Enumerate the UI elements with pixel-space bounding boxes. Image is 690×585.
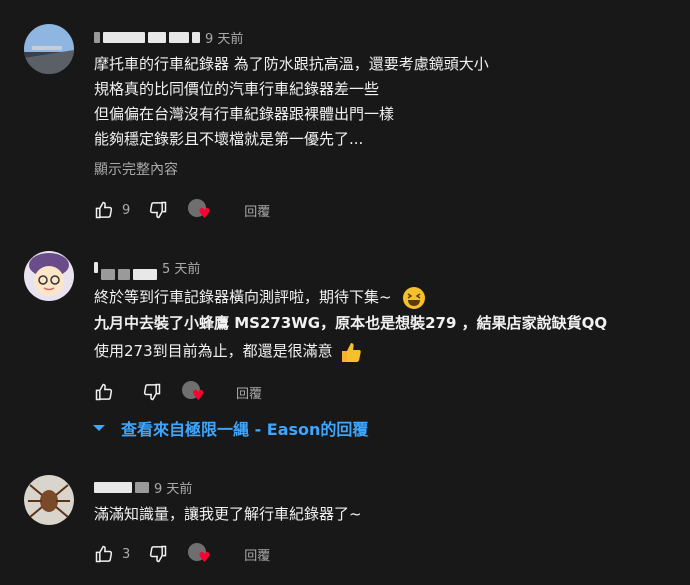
show-more-button[interactable]: 顯示完整內容 — [94, 159, 178, 179]
comment-text-line: 摩托車的行車紀錄器 為了防水跟抗高溫，還要考慮鏡頭大小 — [94, 55, 489, 73]
comment-text: 使用273到目前為止，都還是很滿意 — [94, 342, 333, 360]
thumbs-up-icon[interactable] — [94, 382, 114, 402]
thumbs-down-icon[interactable] — [142, 382, 162, 402]
reply-button[interactable]: 回覆 — [244, 545, 270, 564]
comment-actions: ♥ 回覆 — [94, 381, 262, 403]
comment-actions: 9 ♥ 回覆 — [94, 199, 270, 221]
comment-text-line: 規格真的比同價位的汽車行車紀錄器差一些 — [94, 80, 380, 98]
comment-meta: 9 天前 — [94, 28, 243, 47]
view-replies-label: 查看來自極限一縄 - Eason的回覆 — [121, 420, 369, 439]
creator-heart-icon: ♥ — [188, 199, 211, 221]
comment-text-line: 能夠穩定錄影且不壞檔就是第一優先了... — [94, 130, 364, 148]
thumbs-up-emoji-icon — [342, 342, 362, 362]
creator-heart-icon: ♥ — [182, 381, 205, 403]
comment-text-line: 九月中去裝了小蜂鷹 MS273WG，原本也是想裝279 ，結果店家說缺貨QQ — [94, 314, 608, 332]
thumbs-down-icon[interactable] — [148, 544, 168, 564]
comment-text-line: 使用273到目前為止，都還是很滿意 — [94, 338, 363, 364]
comment-timestamp[interactable]: 9 天前 — [205, 28, 243, 47]
reply-button[interactable]: 回覆 — [236, 383, 262, 402]
chevron-down-icon — [93, 425, 105, 431]
creator-heart-icon: ♥ — [188, 543, 211, 565]
like-count: 9 — [122, 202, 131, 218]
comment-meta: 9 天前 — [94, 478, 192, 497]
comment-meta: 5 天前 — [94, 255, 200, 280]
avatar[interactable] — [24, 475, 74, 525]
comment-text-line: 滿滿知識量，讓我更了解行車紀錄器了~ — [94, 505, 362, 523]
grinning-squinting-emoji-icon — [403, 286, 426, 309]
comment-timestamp[interactable]: 9 天前 — [154, 478, 192, 497]
comment-text-line: 終於等到行車記錄器橫向測評啦，期待下集~ — [94, 284, 426, 310]
comment-text-line: 但偏偏在台灣沒有行車紀錄器跟裸體出門一樣 — [94, 105, 395, 123]
view-replies-button[interactable]: 查看來自極限一縄 - Eason的回覆 — [92, 416, 368, 440]
avatar[interactable] — [24, 24, 74, 74]
like-count: 3 — [122, 546, 131, 562]
comment-timestamp[interactable]: 5 天前 — [162, 258, 200, 277]
thumbs-up-icon[interactable] — [94, 544, 114, 564]
reply-button[interactable]: 回覆 — [244, 201, 270, 220]
comment-text: 終於等到行車記錄器橫向測評啦，期待下集~ — [94, 288, 392, 306]
avatar[interactable] — [24, 251, 74, 301]
comment-actions: 3 ♥ 回覆 — [94, 543, 270, 565]
thumbs-up-icon[interactable] — [94, 200, 114, 220]
thumbs-down-icon[interactable] — [148, 200, 168, 220]
